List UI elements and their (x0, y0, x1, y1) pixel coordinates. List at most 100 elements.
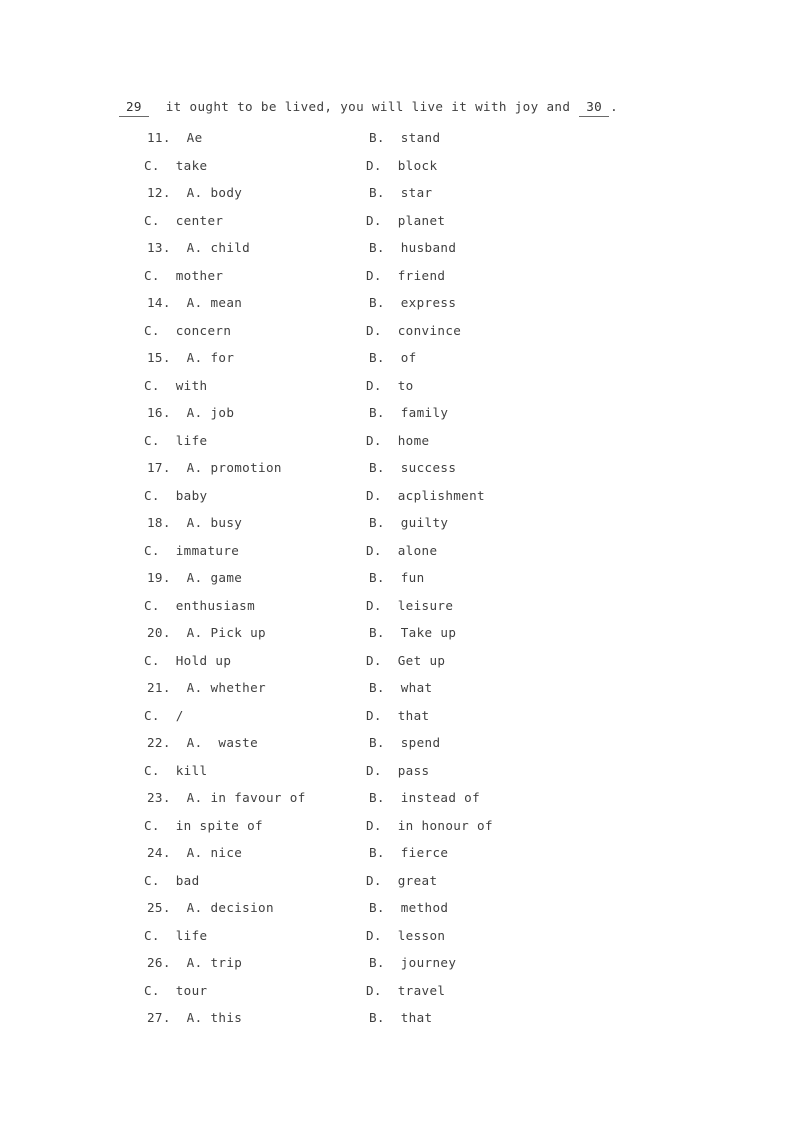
option-a-25[interactable]: 25. A. decision (147, 894, 274, 922)
option-a-21[interactable]: 21. A. whether (147, 674, 266, 702)
option-b-27[interactable]: B. that (369, 1004, 432, 1032)
option-row-cd: C. tour D. travel (0, 977, 800, 1005)
option-row-ab: 19. A. game B. fun (0, 564, 800, 592)
option-c-20[interactable]: C. Hold up (144, 647, 231, 675)
option-c-17[interactable]: C. baby (144, 482, 207, 510)
option-a-27[interactable]: 27. A. this (147, 1004, 242, 1032)
option-row-cd: C. / D. that (0, 702, 800, 730)
option-row-cd: C. life D. home (0, 427, 800, 455)
option-b-13[interactable]: B. husband (369, 234, 456, 262)
option-b-11[interactable]: B. stand (369, 124, 440, 152)
passage-text-end: . (610, 99, 619, 114)
option-b-20[interactable]: B. Take up (369, 619, 456, 647)
option-d-25[interactable]: D. lesson (366, 922, 445, 950)
option-row-ab: 14. A. mean B. express (0, 289, 800, 317)
option-c-22[interactable]: C. kill (144, 757, 207, 785)
option-d-16[interactable]: D. home (366, 427, 429, 455)
option-b-23[interactable]: B. instead of (369, 784, 480, 812)
passage-blank-30[interactable]: 30 (579, 98, 610, 117)
option-a-15[interactable]: 15. A. for (147, 344, 234, 372)
option-b-19[interactable]: B. fun (369, 564, 425, 592)
option-d-14[interactable]: D. convince (366, 317, 461, 345)
option-c-11[interactable]: C. take (144, 152, 207, 180)
option-d-24[interactable]: D. great (366, 867, 437, 895)
option-a-11[interactable]: 11. Ae (147, 124, 203, 152)
option-a-19[interactable]: 19. A. game (147, 564, 242, 592)
option-b-22[interactable]: B. spend (369, 729, 440, 757)
passage-text-middle: it ought to be lived, you will live it w… (149, 99, 579, 114)
option-a-24[interactable]: 24. A. nice (147, 839, 242, 867)
document-page: 29 it ought to be lived, you will live i… (0, 0, 800, 1132)
option-d-19[interactable]: D. leisure (366, 592, 453, 620)
option-a-26[interactable]: 26. A. trip (147, 949, 242, 977)
option-c-19[interactable]: C. enthusiasm (144, 592, 255, 620)
option-row-cd: C. enthusiasm D. leisure (0, 592, 800, 620)
option-row-cd: C. baby D. acplishment (0, 482, 800, 510)
passage-blank-29[interactable]: 29 (119, 98, 149, 117)
option-row-cd: C. bad D. great (0, 867, 800, 895)
option-row-ab: 12. A. body B. star (0, 179, 800, 207)
option-b-21[interactable]: B. what (369, 674, 432, 702)
option-b-15[interactable]: B. of (369, 344, 417, 372)
option-row-cd: C. immature D. alone (0, 537, 800, 565)
option-row-cd: C. take D. block (0, 152, 800, 180)
option-d-18[interactable]: D. alone (366, 537, 437, 565)
option-a-16[interactable]: 16. A. job (147, 399, 234, 427)
option-c-21[interactable]: C. / (144, 702, 184, 730)
option-c-23[interactable]: C. in spite of (144, 812, 263, 840)
option-d-13[interactable]: D. friend (366, 262, 445, 290)
option-row-cd: C. mother D. friend (0, 262, 800, 290)
option-b-14[interactable]: B. express (369, 289, 456, 317)
option-row-cd: C. center D. planet (0, 207, 800, 235)
option-a-12[interactable]: 12. A. body (147, 179, 242, 207)
option-d-22[interactable]: D. pass (366, 757, 429, 785)
options-list: 11. Ae B. stand C. take D. block 12. A. body… (0, 124, 800, 1032)
option-d-17[interactable]: D. acplishment (366, 482, 485, 510)
option-row-ab: 24. A. nice B. fierce (0, 839, 800, 867)
option-c-25[interactable]: C. life (144, 922, 207, 950)
option-d-15[interactable]: D. to (366, 372, 414, 400)
option-row-cd: C. life D. lesson (0, 922, 800, 950)
option-row-cd: C. with D. to (0, 372, 800, 400)
option-d-21[interactable]: D. that (366, 702, 429, 730)
option-c-24[interactable]: C. bad (144, 867, 200, 895)
option-d-11[interactable]: D. block (366, 152, 437, 180)
option-row-ab: 15. A. for B. of (0, 344, 800, 372)
option-d-26[interactable]: D. travel (366, 977, 445, 1005)
option-row-ab: 23. A. in favour of B. instead of (0, 784, 800, 812)
option-a-22[interactable]: 22. A. waste (147, 729, 258, 757)
option-row-ab: 26. A. trip B. journey (0, 949, 800, 977)
option-a-20[interactable]: 20. A. Pick up (147, 619, 266, 647)
option-a-13[interactable]: 13. A. child (147, 234, 250, 262)
option-c-18[interactable]: C. immature (144, 537, 239, 565)
option-a-14[interactable]: 14. A. mean (147, 289, 242, 317)
option-c-26[interactable]: C. tour (144, 977, 207, 1005)
option-b-24[interactable]: B. fierce (369, 839, 448, 867)
option-c-16[interactable]: C. life (144, 427, 207, 455)
option-c-12[interactable]: C. center (144, 207, 223, 235)
option-b-12[interactable]: B. star (369, 179, 432, 207)
option-d-12[interactable]: D. planet (366, 207, 445, 235)
option-b-17[interactable]: B. success (369, 454, 456, 482)
option-c-14[interactable]: C. concern (144, 317, 231, 345)
option-a-23[interactable]: 23. A. in favour of (147, 784, 306, 812)
option-row-ab: 17. A. promotion B. success (0, 454, 800, 482)
option-b-26[interactable]: B. journey (369, 949, 456, 977)
option-b-16[interactable]: B. family (369, 399, 448, 427)
option-row-ab: 21. A. whether B. what (0, 674, 800, 702)
option-d-23[interactable]: D. in honour of (366, 812, 493, 840)
option-b-25[interactable]: B. method (369, 894, 448, 922)
passage-line: 29 it ought to be lived, you will live i… (118, 98, 618, 117)
option-b-18[interactable]: B. guilty (369, 509, 448, 537)
option-row-cd: C. in spite of D. in honour of (0, 812, 800, 840)
option-a-18[interactable]: 18. A. busy (147, 509, 242, 537)
option-row-ab: 27. A. this B. that (0, 1004, 800, 1032)
option-d-20[interactable]: D. Get up (366, 647, 445, 675)
option-row-ab: 16. A. job B. family (0, 399, 800, 427)
option-a-17[interactable]: 17. A. promotion (147, 454, 282, 482)
option-c-13[interactable]: C. mother (144, 262, 223, 290)
option-c-15[interactable]: C. with (144, 372, 207, 400)
option-row-ab: 11. Ae B. stand (0, 124, 800, 152)
option-row-cd: C. concern D. convince (0, 317, 800, 345)
option-row-ab: 13. A. child B. husband (0, 234, 800, 262)
